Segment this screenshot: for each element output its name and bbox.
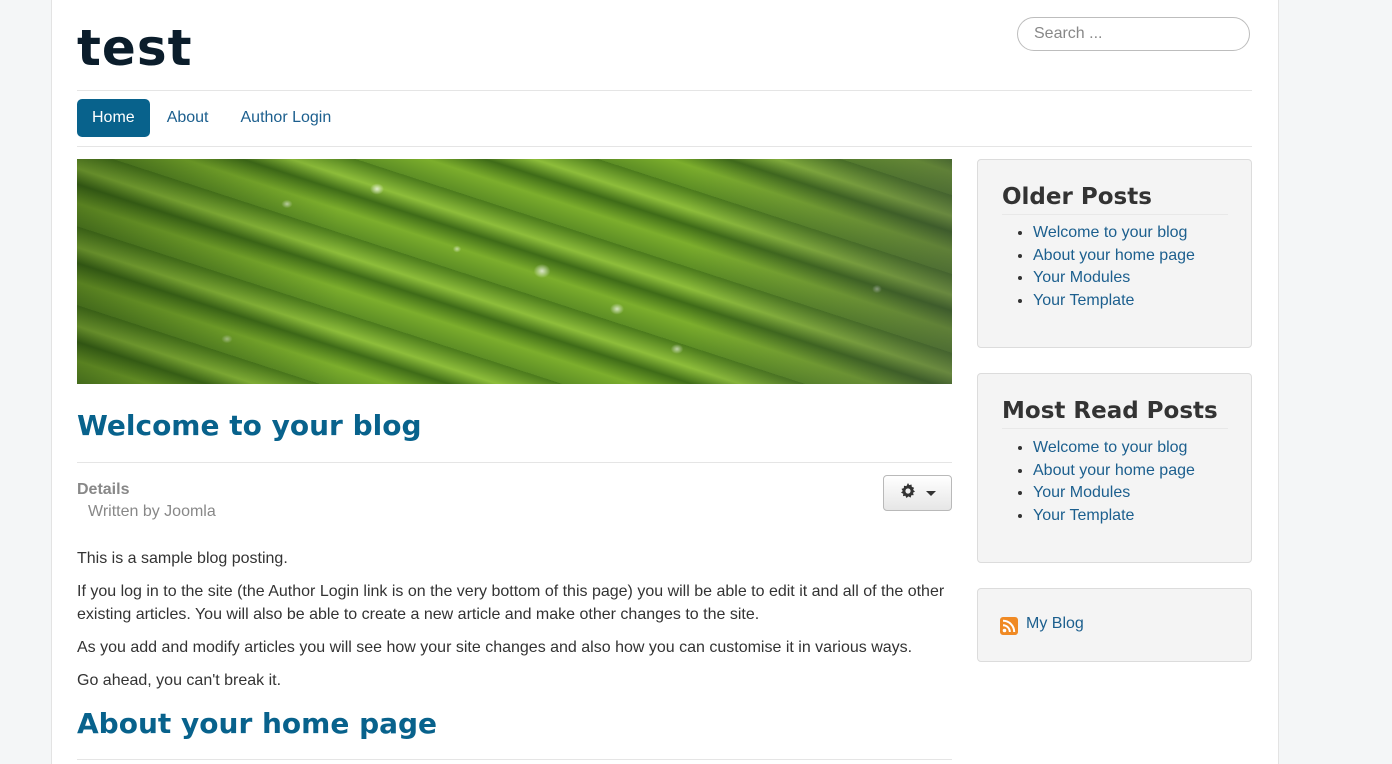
nav-item-home: Home xyxy=(77,99,152,137)
article-tools-button[interactable] xyxy=(883,475,952,511)
header-banner-image xyxy=(77,159,952,384)
most-read-module: Most Read Posts Welcome to your blog Abo… xyxy=(977,373,1252,563)
feed-link-row: My Blog xyxy=(1000,615,1084,635)
most-read-link[interactable]: Welcome to your blog xyxy=(1033,439,1187,456)
older-posts-list: Welcome to your blog About your home pag… xyxy=(1009,222,1195,312)
article-paragraph: If you log in to the site (the Author Lo… xyxy=(77,583,945,623)
search-input[interactable] xyxy=(1017,17,1250,51)
feed-module: My Blog xyxy=(977,588,1252,662)
nav-item-author-login: Author Login xyxy=(226,99,349,137)
title-divider-2 xyxy=(77,759,952,760)
article-body: This is a sample blog posting. If you lo… xyxy=(77,547,952,702)
details-label: Details xyxy=(77,481,130,498)
nav-link-author-login[interactable]: Author Login xyxy=(226,99,347,137)
older-post-link[interactable]: Welcome to your blog xyxy=(1033,224,1187,241)
my-blog-feed-link[interactable]: My Blog xyxy=(1026,615,1084,633)
older-posts-module: Older Posts Welcome to your blog About y… xyxy=(977,159,1252,348)
site-header: test xyxy=(77,0,1252,91)
page-container: test Home About Author Login Welcome to … xyxy=(51,0,1279,764)
list-item: Your Modules xyxy=(1033,267,1195,290)
nav-item-about: About xyxy=(152,99,226,137)
list-item: Your Template xyxy=(1033,505,1195,528)
older-post-link[interactable]: About your home page xyxy=(1033,247,1195,264)
chevron-down-icon xyxy=(925,490,936,496)
most-read-link[interactable]: Your Template xyxy=(1033,507,1134,524)
main-nav: Home About Author Login xyxy=(77,91,1252,147)
author-line: Written by Joomla xyxy=(88,503,216,520)
module-title: Most Read Posts xyxy=(1002,394,1228,429)
list-item: About your home page xyxy=(1033,460,1195,483)
site-brand[interactable]: test xyxy=(77,18,192,78)
most-read-link[interactable]: Your Modules xyxy=(1033,484,1130,501)
list-item: Welcome to your blog xyxy=(1033,437,1195,460)
article-paragraph: Go ahead, you can't break it. xyxy=(77,672,282,689)
most-read-list: Welcome to your blog About your home pag… xyxy=(1009,437,1195,527)
article-paragraph: As you add and modify articles you will … xyxy=(77,639,913,656)
nav-link-home[interactable]: Home xyxy=(77,99,150,137)
article-title-2[interactable]: About your home page xyxy=(77,704,437,744)
list-item: Your Modules xyxy=(1033,482,1195,505)
rss-icon xyxy=(1000,617,1018,635)
title-divider xyxy=(77,462,952,463)
gear-icon xyxy=(900,482,916,504)
list-item: Welcome to your blog xyxy=(1033,222,1195,245)
most-read-link[interactable]: About your home page xyxy=(1033,462,1195,479)
module-title: Older Posts xyxy=(1002,180,1228,215)
nav-link-about[interactable]: About xyxy=(152,99,224,137)
article-paragraph: This is a sample blog posting. xyxy=(77,550,288,567)
list-item: About your home page xyxy=(1033,245,1195,268)
older-post-link[interactable]: Your Template xyxy=(1033,292,1134,309)
article-title[interactable]: Welcome to your blog xyxy=(77,406,422,446)
list-item: Your Template xyxy=(1033,290,1195,313)
older-post-link[interactable]: Your Modules xyxy=(1033,269,1130,286)
